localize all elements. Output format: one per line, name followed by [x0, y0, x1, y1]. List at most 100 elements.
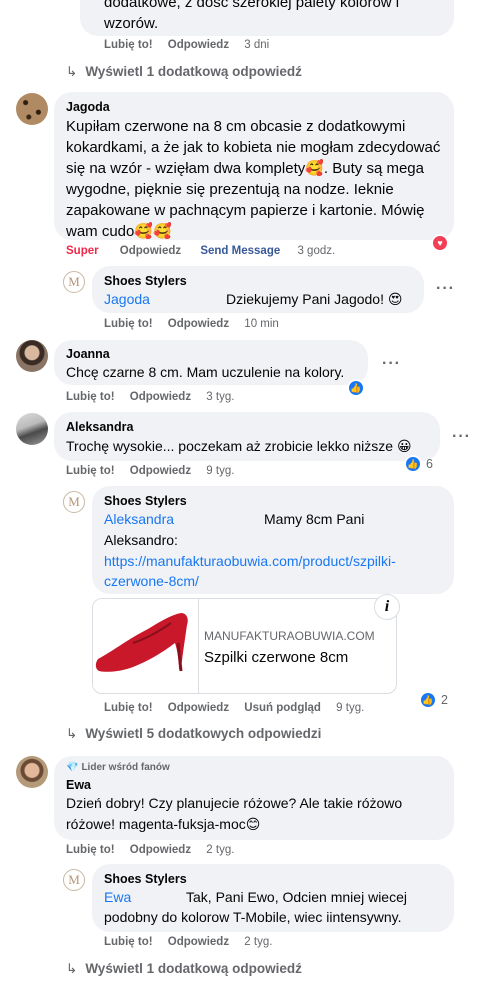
comment-text-line: różowe! magenta-fuksja-moc😊: [66, 816, 261, 832]
red-pump-icon: [95, 613, 188, 672]
like-button[interactable]: Lubię to!: [104, 39, 153, 51]
brand-avatar[interactable]: M: [63, 491, 85, 513]
mention-link[interactable]: Ewa: [104, 887, 131, 908]
mention-link[interactable]: Aleksandra: [104, 509, 174, 530]
reply-button[interactable]: Odpowiedz: [168, 39, 229, 51]
comment-bubble-joanna: Joanna Chcę czarne 8 cm. Mam uczulenie n…: [54, 340, 368, 385]
comment-text-line: wygodne, pięknie się prezentują na nodze…: [66, 181, 394, 198]
fan-badge-label: Lider wśród fanów: [81, 762, 170, 773]
preview-domain: MANUFAKTURAOBUWIA.COM: [204, 629, 375, 643]
view-more-replies[interactable]: ↳ Wyświetl 5 dodatkowych odpowiedzi: [66, 726, 321, 742]
link-preview-card[interactable]: MANUFAKTURAOBUWIA.COM Szpilki czerwone 8…: [92, 598, 397, 694]
preview-divider: [198, 599, 199, 693]
view-more-label: Wyświetl 1 dodatkową odpowiedź: [85, 64, 302, 79]
commenter-name[interactable]: Jagoda: [66, 100, 110, 114]
reply-bubble-aleksandra: Shoes Stylers Aleksandra Mamy 8cm Pani A…: [92, 486, 454, 594]
comment-text-line: wzorów.: [104, 15, 159, 32]
like-button[interactable]: Lubię to!: [104, 318, 153, 330]
reply-button[interactable]: Odpowiedz: [168, 702, 229, 714]
brand-avatar[interactable]: M: [63, 271, 85, 293]
like-reaction-icon: 👍: [347, 379, 365, 397]
like-button[interactable]: Lubię to!: [66, 391, 115, 403]
reaction-count: 2: [441, 693, 448, 707]
like-reaction-icon: 👍: [404, 455, 422, 473]
product-link[interactable]: https://manufakturaobuwia.com/product/sz…: [104, 551, 396, 572]
preview-title: Szpilki czerwone 8cm: [204, 649, 349, 666]
comment-actions: Lubię to! Odpowiedz 10 min: [104, 318, 291, 330]
like-button[interactable]: Lubię to!: [66, 844, 115, 856]
super-reaction-button[interactable]: Super: [66, 245, 99, 257]
more-options-icon[interactable]: ···: [436, 280, 455, 298]
reply-button[interactable]: Odpowiedz: [168, 318, 229, 330]
avatar[interactable]: [16, 340, 48, 372]
reply-text: Mamy 8cm Pani: [264, 511, 365, 527]
comment-text: Chcę czarne 8 cm. Mam uczulenie na kolor…: [66, 364, 345, 380]
brand-avatar[interactable]: M: [63, 869, 85, 891]
comment-actions: Super Odpowiedz Send Message 3 godz.: [66, 245, 347, 257]
view-more-replies[interactable]: ↳ Wyświetl 1 dodatkową odpowiedź: [66, 64, 302, 80]
reply-text-line: Aleksandro:: [104, 532, 178, 548]
send-message-button[interactable]: Send Message: [200, 245, 280, 257]
more-options-icon[interactable]: ···: [452, 428, 471, 446]
comment-bubble-ewa: 💎 Lider wśród fanów Ewa Dzień dobry! Czy …: [54, 756, 454, 840]
avatar[interactable]: [16, 93, 48, 125]
commenter-name[interactable]: Aleksandra: [66, 420, 133, 434]
like-button[interactable]: Lubię to!: [104, 936, 153, 948]
reply-button[interactable]: Odpowiedz: [168, 936, 229, 948]
reply-text: Tak, Pani Ewo, Odcien mniej wiecej: [186, 889, 407, 905]
reply-arrow-icon: ↳: [66, 64, 78, 79]
reply-arrow-icon: ↳: [66, 961, 78, 976]
reply-bubble-ewa: Shoes Stylers Ewa Tak, Pani Ewo, Odcien …: [92, 864, 454, 932]
comment-actions: Lubię to! Odpowiedz 3 dni: [104, 39, 281, 51]
like-button[interactable]: Lubię to!: [104, 702, 153, 714]
commenter-name[interactable]: Shoes Stylers: [104, 274, 187, 288]
timestamp[interactable]: 2 tyg.: [206, 844, 234, 856]
reply-text: Dziekujemy Pani Jagodo! 😍: [226, 291, 403, 307]
comment-bubble-aleksandra: Aleksandra Trochę wysokie... poczekam aż…: [54, 412, 440, 461]
comment-text-line: dodatkowe, z dość szerokiej palety kolor…: [104, 0, 400, 11]
timestamp[interactable]: 10 min: [244, 318, 279, 330]
avatar[interactable]: [16, 413, 48, 445]
remove-preview-button[interactable]: Usuń podgląd: [244, 702, 321, 714]
commenter-name[interactable]: Ewa: [66, 778, 91, 792]
comment-actions: Lubię to! Odpowiedz Usuń podgląd 9 tyg.: [104, 702, 376, 714]
product-link[interactable]: czerwone-8cm/: [104, 571, 199, 592]
like-button[interactable]: Lubię to!: [66, 465, 115, 477]
commenter-name[interactable]: Shoes Stylers: [104, 872, 187, 886]
comment-text-line: zapakowane w pachnącym papierze i karton…: [66, 202, 425, 219]
reaction-summary[interactable]: ♥: [431, 234, 449, 252]
commenter-name[interactable]: Shoes Stylers: [104, 494, 187, 508]
timestamp[interactable]: 9 tyg.: [336, 702, 364, 714]
comment-actions: Lubię to! Odpowiedz 9 tyg.: [66, 465, 246, 477]
mention-link[interactable]: Jagoda: [104, 289, 150, 310]
reply-button[interactable]: Odpowiedz: [130, 844, 191, 856]
reaction-summary[interactable]: 👍: [347, 379, 365, 397]
timestamp[interactable]: 2 tyg.: [244, 936, 272, 948]
comment-text-line: się na wzór - wzięłam dwa komplety🥰. But…: [66, 160, 424, 177]
timestamp[interactable]: 9 tyg.: [206, 465, 234, 477]
avatar[interactable]: [16, 756, 48, 788]
comment-text-line: Kupiłam czerwone na 8 cm obcasie z dodat…: [66, 118, 406, 135]
view-more-label: Wyświetl 1 dodatkową odpowiedź: [85, 961, 302, 976]
fan-badge: 💎 Lider wśród fanów: [66, 762, 170, 773]
comment-actions: Lubię to! Odpowiedz 2 tyg.: [66, 844, 246, 856]
comment-actions: Lubię to! Odpowiedz 2 tyg.: [104, 936, 284, 948]
comment-text: Trochę wysokie... poczekam aż zrobicie l…: [66, 438, 412, 454]
comment-text-line: kokardkami, a że jak to kobieta nie mogł…: [66, 139, 441, 156]
view-more-replies[interactable]: ↳ Wyświetl 1 dodatkową odpowiedź: [66, 961, 302, 977]
diamond-icon: 💎: [66, 762, 79, 773]
reply-button[interactable]: Odpowiedz: [130, 465, 191, 477]
reply-arrow-icon: ↳: [66, 726, 78, 741]
timestamp[interactable]: 3 tyg.: [206, 391, 234, 403]
comment-text-line: wam cudo🥰🥰: [66, 223, 172, 240]
reaction-count: 6: [426, 457, 433, 471]
info-icon[interactable]: i: [374, 594, 400, 620]
reply-button[interactable]: Odpowiedz: [120, 245, 181, 257]
timestamp[interactable]: 3 godz.: [297, 245, 335, 257]
reaction-summary[interactable]: 👍 6: [404, 455, 433, 473]
commenter-name[interactable]: Joanna: [66, 347, 110, 361]
more-options-icon[interactable]: ···: [382, 355, 401, 373]
timestamp[interactable]: 3 dni: [244, 39, 269, 51]
reply-button[interactable]: Odpowiedz: [130, 391, 191, 403]
reaction-summary[interactable]: 👍 2: [419, 691, 448, 709]
